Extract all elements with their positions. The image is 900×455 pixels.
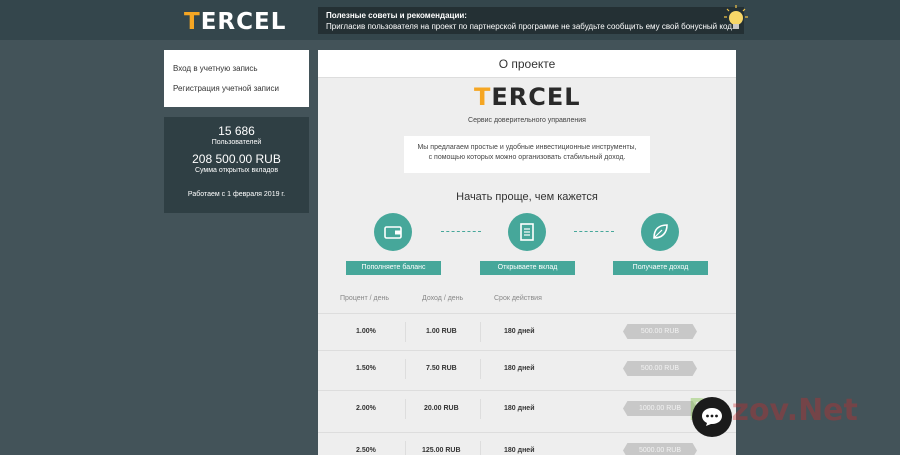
row-percent: 1.00% — [356, 328, 376, 335]
top-bar: TERCEL Полезные советы и рекомендации: П… — [0, 0, 900, 40]
row-income: 7.50 RUB — [426, 365, 457, 372]
cell-divider — [480, 441, 481, 455]
users-count: 15 686 — [218, 124, 255, 138]
row-term: 180 дней — [504, 365, 535, 372]
row-percent: 1.50% — [356, 365, 376, 372]
table-row: 2.00% 20.00 RUB 180 дней 1000.00 RUB — [318, 390, 736, 426]
deposit-amount-button[interactable]: 500.00 RUB — [623, 324, 697, 339]
top-up-balance-button[interactable]: Пополняете баланс — [346, 261, 441, 275]
cell-divider — [405, 359, 406, 379]
deposits-label: Сумма открытых вкладов — [194, 167, 279, 174]
chat-icon[interactable] — [692, 397, 732, 437]
column-header-percent: Процент / день — [340, 295, 390, 302]
deposits-sum: 208 500.00 RUB — [192, 152, 281, 166]
cell-divider — [480, 359, 481, 379]
stats-panel: 15 686 Пользователей 208 500.00 RUB Сумм… — [164, 117, 309, 213]
site-logo[interactable]: TERCEL — [184, 9, 286, 35]
table-row: 1.50% 7.50 RUB 180 дней 500.00 RUB — [318, 350, 736, 386]
cell-divider — [480, 399, 481, 419]
cell-divider — [405, 322, 406, 342]
row-term: 180 дней — [504, 328, 535, 335]
column-header-term: Срок действия — [494, 295, 542, 302]
deposit-amount-button[interactable]: 1000.00 RUB — [623, 401, 697, 416]
row-income: 20.00 RUB — [424, 405, 459, 412]
row-term: 180 дней — [504, 405, 535, 412]
step-connector — [441, 231, 481, 232]
leaf-icon — [641, 213, 679, 251]
main-logo: TERCEL — [474, 83, 581, 111]
cell-divider — [480, 322, 481, 342]
row-percent: 2.50% — [356, 447, 376, 454]
row-income: 125.00 RUB — [422, 447, 461, 454]
row-term: 180 дней — [504, 447, 535, 454]
description-line-1: Мы предлагаем простые и удобные инвестиц… — [417, 144, 637, 151]
document-icon — [508, 213, 546, 251]
sidebar-menu: Вход в учетную запись Регистрация учетно… — [164, 50, 309, 107]
lightbulb-icon — [724, 5, 748, 29]
register-link[interactable]: Регистрация учетной записи — [173, 84, 300, 93]
tip-title: Полезные советы и рекомендации: — [326, 11, 467, 20]
wallet-icon — [374, 213, 412, 251]
login-link[interactable]: Вход в учетную запись — [173, 64, 300, 73]
tip-text: Пригласив пользователя на проект по парт… — [326, 22, 735, 31]
table-row: 1.00% 1.00 RUB 180 дней 500.00 RUB — [318, 313, 736, 349]
column-header-income: Доход / день — [422, 295, 464, 302]
open-deposit-button[interactable]: Открываете вклад — [480, 261, 575, 275]
step-connector — [574, 231, 614, 232]
start-heading: Начать проще, чем кажется — [456, 191, 598, 203]
cell-divider — [405, 399, 406, 419]
cell-divider — [405, 441, 406, 455]
page-title: О проекте — [318, 50, 736, 78]
since-date: Работаем с 1 февраля 2019 г. — [187, 191, 286, 198]
tip-banner: Полезные советы и рекомендации: Пригласи… — [318, 7, 744, 34]
users-label: Пользователей — [211, 139, 262, 146]
table-row: 2.50% 125.00 RUB 180 дней 5000.00 RUB — [318, 432, 736, 455]
row-percent: 2.00% — [356, 405, 376, 412]
deposit-amount-button[interactable]: 500.00 RUB — [623, 361, 697, 376]
row-income: 1.00 RUB — [426, 328, 457, 335]
description-line-2: с помощью которых можно организовать ста… — [428, 154, 626, 161]
main-panel: О проекте TERCEL Сервис доверительного у… — [318, 50, 736, 455]
description-box: Мы предлагаем простые и удобные инвестиц… — [404, 136, 650, 173]
service-subtitle: Сервис доверительного управления — [468, 117, 586, 124]
get-income-button[interactable]: Получаете доход — [613, 261, 708, 275]
deposit-amount-button[interactable]: 5000.00 RUB — [623, 443, 697, 455]
